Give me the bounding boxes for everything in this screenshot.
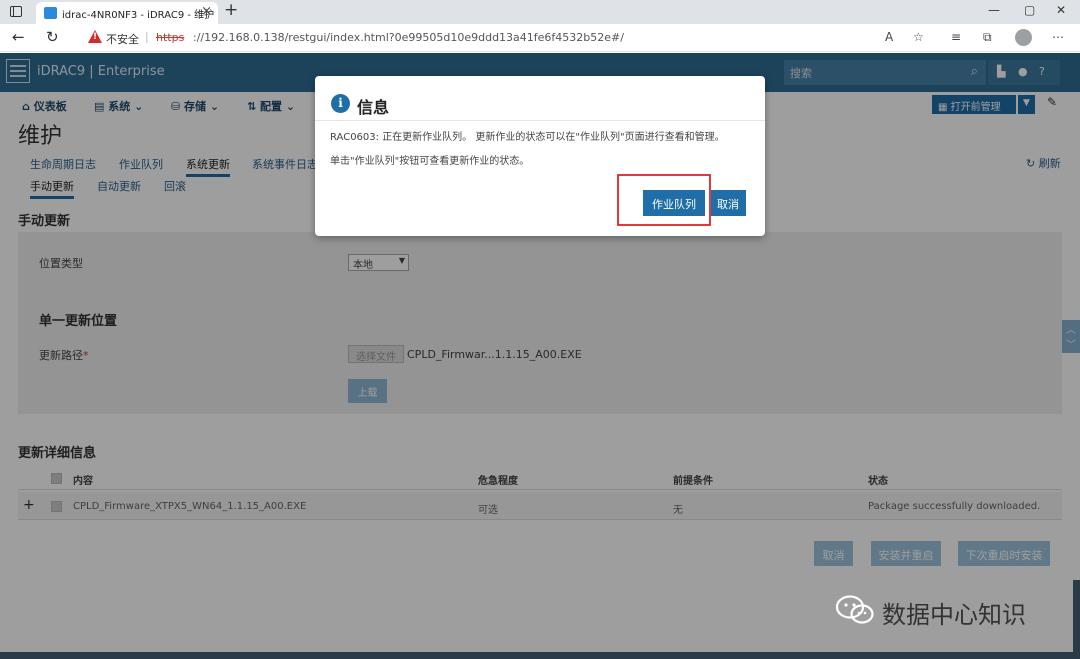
wechat-logo-icon bbox=[836, 595, 874, 624]
taskbar-strip bbox=[0, 652, 1080, 659]
reload-icon[interactable]: ↻ bbox=[46, 28, 59, 46]
address-bar-row: ← ↻ 不安全 | https ://192.168.0.138/restgui… bbox=[0, 24, 1080, 52]
url-scheme: https bbox=[156, 31, 185, 44]
warning-icon bbox=[88, 30, 102, 43]
dialog-divider bbox=[315, 120, 765, 121]
dialog-title: 信息 bbox=[357, 98, 390, 117]
annotation-highlight-box bbox=[617, 174, 711, 226]
window-menu-icon[interactable] bbox=[10, 6, 22, 17]
tab-title: idrac-4NR0NF3 - iDRAC9 - 维护 bbox=[62, 10, 215, 21]
taskbar-edge bbox=[1073, 580, 1080, 652]
url-separator: | bbox=[145, 30, 149, 43]
profile-avatar[interactable] bbox=[1015, 29, 1032, 46]
tab-close-icon[interactable]: × bbox=[201, 4, 212, 19]
dialog-message-1: RAC0603: 正在更新作业队列。 更新作业的状态可以在"作业队列"页面进行查… bbox=[330, 132, 725, 143]
new-tab-icon[interactable]: + bbox=[224, 0, 238, 20]
url-field[interactable]: 不安全 | https ://192.168.0.138/restgui/ind… bbox=[76, 27, 906, 49]
info-icon: i bbox=[331, 94, 350, 113]
read-aloud-icon[interactable]: A bbox=[885, 30, 893, 44]
favorite-icon[interactable]: ☆ bbox=[913, 30, 924, 44]
close-window-icon[interactable]: ✕ bbox=[1056, 3, 1066, 17]
watermark: 数据中心知识 bbox=[836, 591, 1076, 631]
minimize-icon[interactable]: — bbox=[988, 3, 1000, 17]
watermark-text: 数据中心知识 bbox=[882, 601, 1026, 629]
favorites-list-icon[interactable]: ≡ bbox=[951, 30, 961, 44]
url-text: ://192.168.0.138/restgui/index.html?0e99… bbox=[193, 31, 624, 44]
browser-tab[interactable]: idrac-4NR0NF3 - iDRAC9 - 维护 × bbox=[36, 2, 218, 24]
dialog-message-2: 单击"作业队列"按钮可查看更新作业的状态。 bbox=[330, 156, 530, 167]
browser-tab-bar: idrac-4NR0NF3 - iDRAC9 - 维护 × + — ▢ ✕ bbox=[0, 0, 1080, 24]
back-icon[interactable]: ← bbox=[12, 28, 25, 46]
dialog-cancel-button[interactable]: 取消 bbox=[710, 190, 746, 216]
favicon-icon bbox=[44, 7, 57, 19]
maximize-icon[interactable]: ▢ bbox=[1024, 3, 1035, 17]
collections-icon[interactable]: ⧉ bbox=[983, 30, 992, 45]
not-secure-label: 不安全 bbox=[106, 33, 139, 46]
more-menu-icon[interactable]: ⋯ bbox=[1052, 30, 1064, 44]
